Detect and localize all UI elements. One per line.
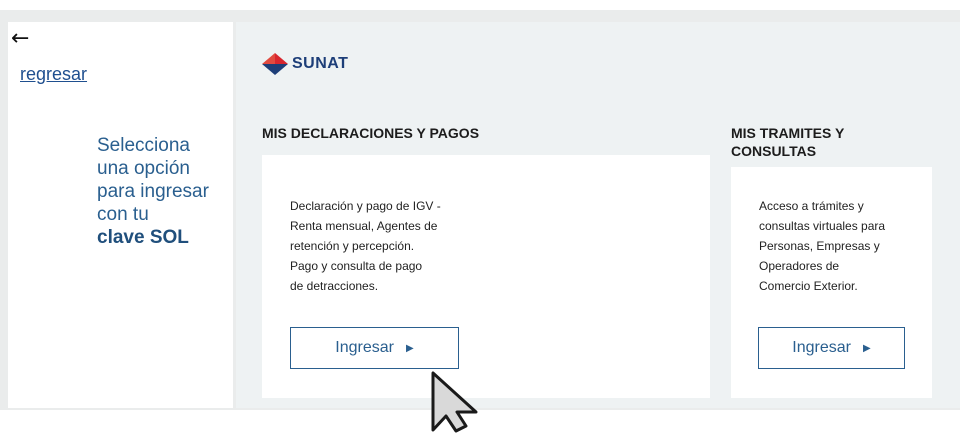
section-title-tramites: MIS TRAMITES Y CONSULTAS [731, 125, 845, 159]
select-option-prompt: Selecciona una opción para ingresar con … [97, 134, 217, 249]
caret-right-icon: ▶ [863, 342, 871, 354]
button-label: Ingresar [335, 339, 394, 356]
card-description: Acceso a trámites y consultas virtuales … [759, 199, 886, 293]
back-arrow-icon[interactable]: ← [11, 28, 29, 50]
ingresar-button-declaraciones[interactable]: Ingresar ▶ [290, 327, 459, 369]
button-label: Ingresar [792, 339, 851, 356]
sunat-logo-text: SUNAT [292, 55, 349, 72]
caret-right-icon: ▶ [406, 342, 414, 354]
sunat-logo: SUNAT [262, 52, 348, 76]
ingresar-button-tramites[interactable]: Ingresar ▶ [758, 327, 905, 369]
card-description: Declaración y pago de IGV - Renta mensua… [290, 199, 441, 293]
mouse-pointer-icon [431, 371, 478, 433]
section-title-declaraciones: MIS DECLARACIONES Y PAGOS [262, 125, 480, 141]
prompt-strong-text: clave SOL [97, 227, 189, 248]
sunat-logo-icon [262, 53, 288, 75]
prompt-text: Selecciona una opción para ingresar con … [97, 135, 209, 225]
back-link[interactable]: regresar [20, 64, 87, 85]
